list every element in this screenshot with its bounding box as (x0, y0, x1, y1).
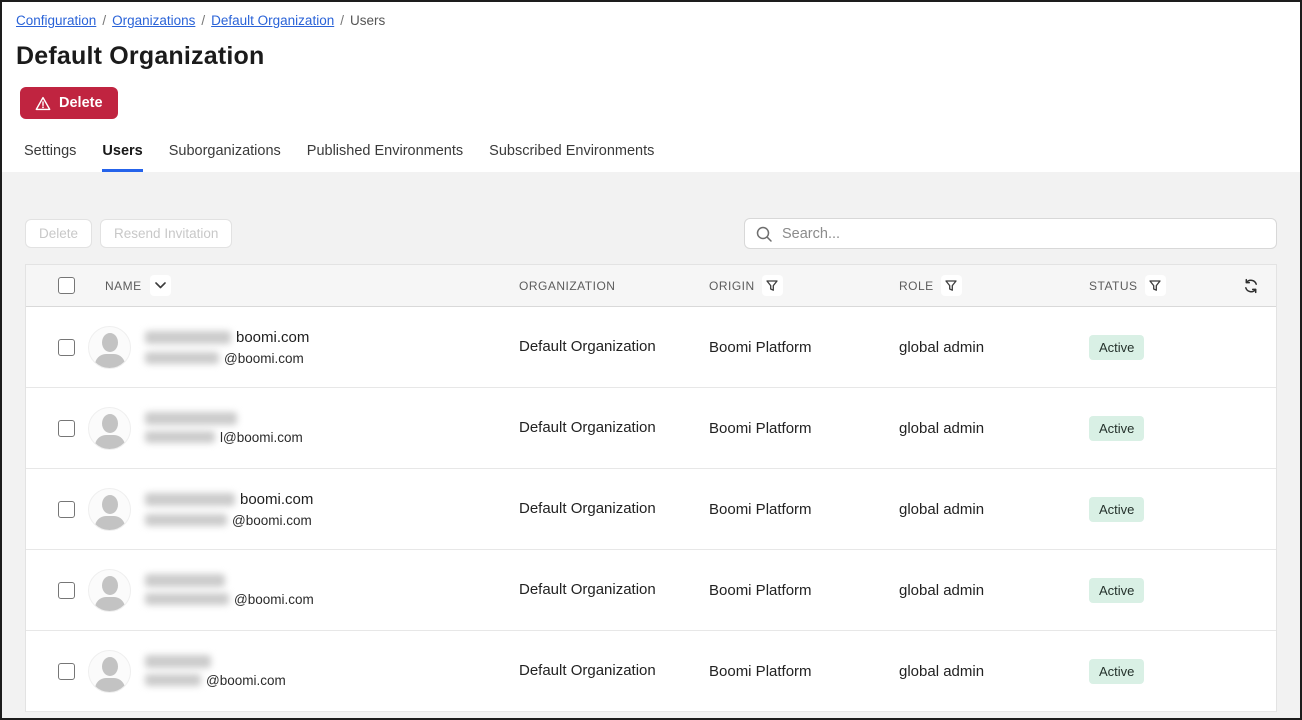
status-badge: Active (1089, 578, 1144, 603)
delete-users-button[interactable]: Delete (25, 219, 92, 248)
user-name (145, 412, 303, 425)
page-title: Default Organization (16, 42, 1286, 71)
redacted-name-block (145, 574, 225, 587)
user-avatar-icon (88, 650, 131, 693)
user-origin: Boomi Platform (709, 420, 812, 437)
row-checkbox[interactable] (58, 663, 75, 680)
user-role: global admin (899, 663, 984, 680)
breadcrumb-link-default-organization[interactable]: Default Organization (211, 13, 334, 28)
user-organization: Default Organization (519, 500, 656, 517)
user-origin: Boomi Platform (709, 582, 812, 599)
search-icon (755, 225, 773, 243)
users-table: NAME ORGANIZATION ORIGIN ROLE (25, 264, 1277, 712)
column-header-status[interactable]: STATUS (1089, 279, 1138, 293)
user-name: boomi.com (145, 329, 309, 346)
breadcrumb-separator: / (201, 13, 205, 28)
search-input[interactable] (782, 226, 1266, 242)
user-name: boomi.com (145, 491, 313, 508)
breadcrumb: Configuration / Organizations / Default Orga… (16, 13, 1286, 28)
redacted-email-block (145, 593, 229, 605)
role-filter-funnel-icon[interactable] (941, 275, 962, 296)
status-badge: Active (1089, 659, 1144, 684)
user-organization: Default Organization (519, 338, 656, 355)
user-email: l@boomi.com (145, 430, 303, 445)
redacted-name-block (145, 655, 211, 668)
column-header-organization[interactable]: ORGANIZATION (519, 279, 615, 293)
user-origin: Boomi Platform (709, 663, 812, 680)
redacted-email-block (145, 514, 227, 526)
origin-filter-funnel-icon[interactable] (762, 275, 783, 296)
user-origin: Boomi Platform (709, 339, 812, 356)
user-table-row: l@boomi.com Default Organization Boomi P… (26, 388, 1276, 469)
warning-triangle-icon (35, 96, 51, 111)
resend-invitation-button[interactable]: Resend Invitation (100, 219, 232, 248)
user-role: global admin (899, 420, 984, 437)
table-body: boomi.com @boomi.com Default Organizatio… (26, 307, 1276, 712)
user-organization: Default Organization (519, 581, 656, 598)
tab-suborganizations[interactable]: Suborganizations (169, 143, 281, 172)
user-table-row: boomi.com @boomi.com Default Organizatio… (26, 469, 1276, 550)
row-checkbox[interactable] (58, 582, 75, 599)
name-sort-chevron-down-icon[interactable] (150, 275, 171, 296)
breadcrumb-current: Users (350, 13, 385, 28)
tab-subscribed-environments[interactable]: Subscribed Environments (489, 143, 654, 172)
redacted-name-block (145, 493, 235, 506)
status-badge: Active (1089, 497, 1144, 522)
status-badge: Active (1089, 335, 1144, 360)
user-email: @boomi.com (145, 351, 309, 366)
user-email: @boomi.com (145, 673, 286, 688)
status-badge: Active (1089, 416, 1144, 441)
tab-users[interactable]: Users (102, 143, 142, 172)
user-avatar-icon (88, 488, 131, 531)
breadcrumb-link-organizations[interactable]: Organizations (112, 13, 195, 28)
user-avatar-icon (88, 326, 131, 369)
row-checkbox[interactable] (58, 339, 75, 356)
breadcrumb-separator: / (102, 13, 106, 28)
user-name (145, 574, 314, 587)
user-role: global admin (899, 582, 984, 599)
delete-organization-button[interactable]: Delete (20, 87, 118, 119)
breadcrumb-separator: / (340, 13, 344, 28)
user-role: global admin (899, 501, 984, 518)
breadcrumb-link-configuration[interactable]: Configuration (16, 13, 96, 28)
tab-settings[interactable]: Settings (24, 143, 76, 172)
user-email: @boomi.com (145, 592, 314, 607)
user-table-row: @boomi.com Default Organization Boomi Pl… (26, 631, 1276, 712)
search-box[interactable] (744, 218, 1277, 249)
user-avatar-icon (88, 569, 131, 612)
user-table-row: @boomi.com Default Organization Boomi Pl… (26, 550, 1276, 631)
redacted-email-block (145, 674, 201, 686)
redacted-name-block (145, 412, 237, 425)
tab-bar: Settings Users Suborganizations Publishe… (24, 143, 1286, 172)
column-header-origin[interactable]: ORIGIN (709, 279, 755, 293)
user-organization: Default Organization (519, 662, 656, 679)
redacted-email-block (145, 431, 215, 443)
app-window: Configuration / Organizations / Default Orga… (0, 0, 1302, 720)
redacted-email-block (145, 352, 219, 364)
user-avatar-icon (88, 407, 131, 450)
status-filter-funnel-icon[interactable] (1145, 275, 1166, 296)
row-checkbox[interactable] (58, 501, 75, 518)
user-role: global admin (899, 339, 984, 356)
table-header-row: NAME ORGANIZATION ORIGIN ROLE (26, 265, 1276, 307)
redacted-name-block (145, 331, 231, 344)
tab-published-environments[interactable]: Published Environments (307, 143, 463, 172)
users-toolbar: Delete Resend Invitation (25, 218, 1277, 249)
page-header: Configuration / Organizations / Default Orga… (2, 2, 1300, 172)
user-organization: Default Organization (519, 419, 656, 436)
user-table-row: boomi.com @boomi.com Default Organizatio… (26, 307, 1276, 388)
user-origin: Boomi Platform (709, 501, 812, 518)
column-header-role[interactable]: ROLE (899, 279, 934, 293)
row-checkbox[interactable] (58, 420, 75, 437)
user-name (145, 655, 286, 668)
refresh-icon[interactable] (1243, 278, 1259, 294)
select-all-checkbox[interactable] (58, 277, 75, 294)
delete-organization-label: Delete (59, 95, 103, 111)
column-header-name[interactable]: NAME (105, 279, 142, 293)
users-panel: Delete Resend Invitation (2, 172, 1300, 718)
user-email: @boomi.com (145, 513, 313, 528)
